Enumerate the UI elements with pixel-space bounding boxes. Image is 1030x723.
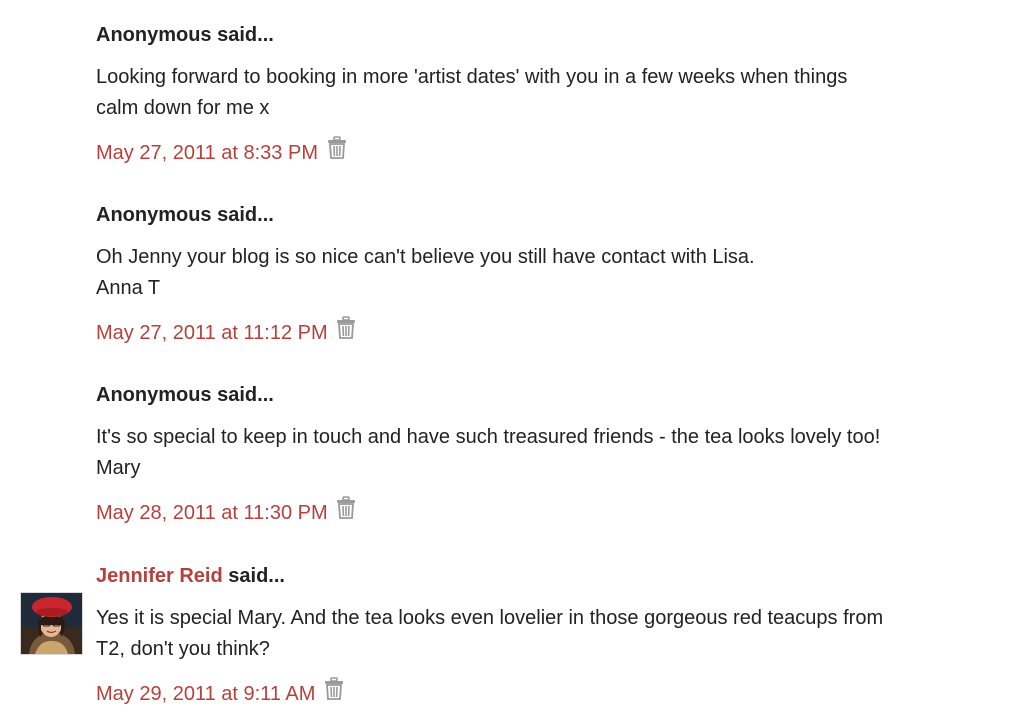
comment-body: Oh Jenny your blog is so nice can't beli… xyxy=(96,242,1006,304)
comment-timestamp-link[interactable]: May 29, 2011 at 9:11 AM xyxy=(96,683,315,705)
trash-icon[interactable] xyxy=(335,316,357,340)
comment-body-line: T2, don't you think? xyxy=(96,638,270,660)
comment-body-line: Mary xyxy=(96,457,141,479)
comment-author-link[interactable]: Jennifer Reid xyxy=(96,565,223,587)
comment-body-line: Looking forward to booking in more 'arti… xyxy=(96,66,848,88)
comment-body-line: Oh Jenny your blog is so nice can't beli… xyxy=(96,246,755,268)
comment-timestamp-link[interactable]: May 28, 2011 at 11:30 PM xyxy=(96,502,328,524)
comment-footer: May 27, 2011 at 11:12 PM xyxy=(96,316,1006,346)
comment-body-line: calm down for me x xyxy=(96,97,270,119)
comment-footer: May 27, 2011 at 8:33 PM xyxy=(96,136,1006,166)
comment-body-line: It's so special to keep in touch and hav… xyxy=(96,426,881,448)
comment-author: Anonymous xyxy=(96,384,212,406)
comment-body-line: Anna T xyxy=(96,277,161,299)
said-label: said... xyxy=(211,204,274,226)
comments-section: Anonymous said... Looking forward to boo… xyxy=(0,0,1030,723)
comment: Anonymous said... It's so special to kee… xyxy=(96,380,1006,526)
comment-author: Anonymous xyxy=(96,204,212,226)
comment: Jennifer Reid said... Yes it is special … xyxy=(96,561,1006,707)
comment-footer: May 29, 2011 at 9:11 AM xyxy=(96,677,1006,707)
avatar-photo xyxy=(21,593,82,654)
comment-footer: May 28, 2011 at 11:30 PM xyxy=(96,496,1006,526)
comment-body: Yes it is special Mary. And the tea look… xyxy=(96,603,1006,665)
comment-author-line: Jennifer Reid said... xyxy=(96,561,1006,591)
comment: Anonymous said... Looking forward to boo… xyxy=(96,20,1006,166)
comment-timestamp-link[interactable]: May 27, 2011 at 8:33 PM xyxy=(96,142,318,164)
comment-timestamp-link[interactable]: May 27, 2011 at 11:12 PM xyxy=(96,322,328,344)
comment-body: Looking forward to booking in more 'arti… xyxy=(96,62,1006,124)
comment: Anonymous said... Oh Jenny your blog is … xyxy=(96,200,1006,346)
comment-author: Anonymous xyxy=(96,24,212,46)
comment-author-line: Anonymous said... xyxy=(96,200,1006,230)
avatar[interactable] xyxy=(20,592,83,655)
said-label: said... xyxy=(211,24,274,46)
comment-body: It's so special to keep in touch and hav… xyxy=(96,422,1006,484)
comment-body-line: Yes it is special Mary. And the tea look… xyxy=(96,607,884,629)
trash-icon[interactable] xyxy=(323,677,345,701)
trash-icon[interactable] xyxy=(326,136,348,160)
said-label: said... xyxy=(222,565,285,587)
trash-icon[interactable] xyxy=(335,496,357,520)
comment-author-line: Anonymous said... xyxy=(96,20,1006,50)
said-label: said... xyxy=(211,384,274,406)
comment-author-line: Anonymous said... xyxy=(96,380,1006,410)
